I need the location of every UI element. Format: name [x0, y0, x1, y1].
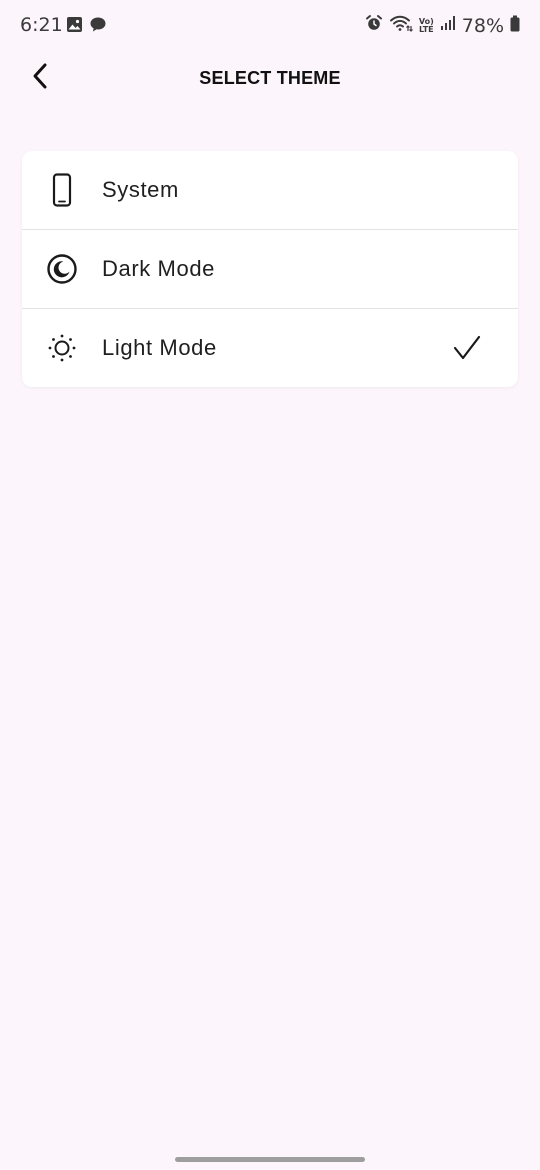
signal-icon: [440, 15, 456, 36]
theme-option-light-mode[interactable]: Light Mode: [22, 308, 518, 387]
status-bar: 6:21 Vo) LTE 78%: [0, 0, 540, 52]
app-bar: SELECT THEME: [0, 52, 540, 104]
status-left-icons: [66, 16, 107, 38]
theme-option-system[interactable]: System: [22, 151, 518, 229]
chat-icon: [89, 16, 107, 38]
home-indicator[interactable]: [175, 1157, 365, 1162]
status-time: 6:21: [20, 14, 63, 36]
theme-options-list: System Dark Mode Light Mode: [22, 151, 518, 387]
phone-icon: [46, 173, 78, 207]
moon-icon: [46, 253, 78, 285]
theme-option-label: System: [102, 177, 179, 202]
wifi-icon: [389, 14, 413, 37]
volte-indicator: Vo) LTE: [418, 17, 434, 34]
alarm-icon: [365, 14, 383, 37]
sun-icon: [46, 332, 78, 364]
status-right-icons: Vo) LTE 78%: [365, 14, 520, 37]
battery-percent: 78%: [461, 14, 504, 37]
volte-bottom-label: LTE: [418, 24, 434, 34]
theme-option-label: Light Mode: [102, 335, 217, 360]
gallery-icon: [66, 16, 83, 38]
theme-option-label: Dark Mode: [102, 256, 215, 281]
checkmark-icon: [452, 333, 482, 363]
battery-icon: [510, 15, 520, 37]
page-title: SELECT THEME: [199, 68, 341, 88]
theme-option-dark-mode[interactable]: Dark Mode: [22, 229, 518, 308]
